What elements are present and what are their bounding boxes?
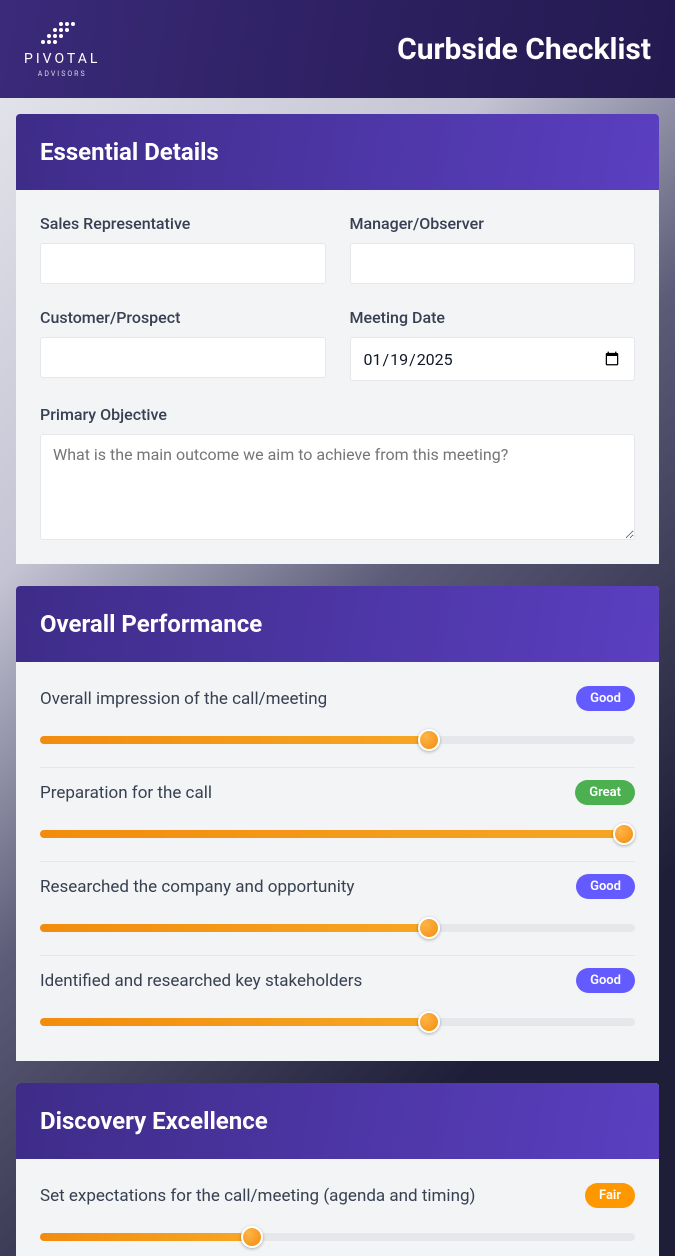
brand-subtitle: ADVISORS (38, 70, 87, 78)
rating-label: Researched the company and opportunity (40, 877, 354, 897)
rating-head: Overall impression of the call/meeting Go… (40, 686, 635, 711)
rating-badge: Great (575, 780, 635, 805)
rating-item: Set expectations for the call/meeting (a… (40, 1183, 635, 1246)
rating-item: Identified and researched key stakeholde… (40, 955, 635, 1031)
rating-slider[interactable] (40, 736, 635, 744)
sales-rep-label: Sales Representative (40, 214, 326, 233)
rating-head: Set expectations for the call/meeting (a… (40, 1183, 635, 1208)
overall-performance-body: Overall impression of the call/meeting Go… (16, 662, 659, 1061)
overall-performance-header: Overall Performance (16, 586, 659, 662)
essential-details-body: Sales Representative Manager/Observer Cu… (16, 190, 659, 564)
rating-slider[interactable] (40, 924, 635, 932)
discovery-excellence-header: Discovery Excellence (16, 1083, 659, 1159)
rating-badge: Good (576, 968, 635, 993)
meeting-date-label: Meeting Date (350, 308, 636, 327)
meeting-date-input[interactable] (350, 337, 636, 381)
discovery-excellence-body: Set expectations for the call/meeting (a… (16, 1159, 659, 1256)
rating-label: Identified and researched key stakeholde… (40, 971, 362, 991)
main-container: Essential Details Sales Representative M… (16, 114, 659, 1256)
customer-label: Customer/Prospect (40, 308, 326, 327)
rating-item: Researched the company and opportunity Go… (40, 861, 635, 937)
rating-slider-wrap (40, 1011, 635, 1031)
rating-label: Set expectations for the call/meeting (a… (40, 1186, 475, 1206)
rating-slider[interactable] (40, 1233, 635, 1241)
app-header: PIVOTAL ADVISORS Curbside Checklist (0, 0, 675, 98)
brand-logo: PIVOTAL ADVISORS (24, 20, 100, 78)
rating-slider[interactable] (40, 1018, 635, 1026)
page-title: Curbside Checklist (397, 32, 651, 67)
customer-input[interactable] (40, 337, 326, 378)
rating-head: Identified and researched key stakeholde… (40, 968, 635, 993)
rating-slider[interactable] (40, 830, 635, 838)
rating-item: Overall impression of the call/meeting Go… (40, 686, 635, 749)
rating-item: Preparation for the call Great (40, 767, 635, 843)
overall-performance-card: Overall Performance Overall impression o… (16, 586, 659, 1061)
sales-rep-input[interactable] (40, 243, 326, 284)
rating-badge: Good (576, 874, 635, 899)
essential-details-card: Essential Details Sales Representative M… (16, 114, 659, 564)
rating-slider-wrap (40, 917, 635, 937)
essential-details-header: Essential Details (16, 114, 659, 190)
rating-label: Overall impression of the call/meeting (40, 689, 327, 709)
rating-badge: Fair (585, 1183, 635, 1208)
rating-slider-wrap (40, 729, 635, 749)
rating-slider-wrap (40, 823, 635, 843)
brand-name: PIVOTAL (24, 51, 100, 67)
rating-label: Preparation for the call (40, 783, 212, 803)
objective-label: Primary Objective (40, 405, 635, 424)
manager-input[interactable] (350, 243, 636, 284)
objective-textarea[interactable] (40, 434, 635, 540)
rating-slider-wrap (40, 1226, 635, 1246)
discovery-excellence-card: Discovery Excellence Set expectations fo… (16, 1083, 659, 1256)
rating-head: Researched the company and opportunity Go… (40, 874, 635, 899)
rating-head: Preparation for the call Great (40, 780, 635, 805)
manager-label: Manager/Observer (350, 214, 636, 233)
pivotal-logo-icon (35, 20, 89, 48)
rating-badge: Good (576, 686, 635, 711)
